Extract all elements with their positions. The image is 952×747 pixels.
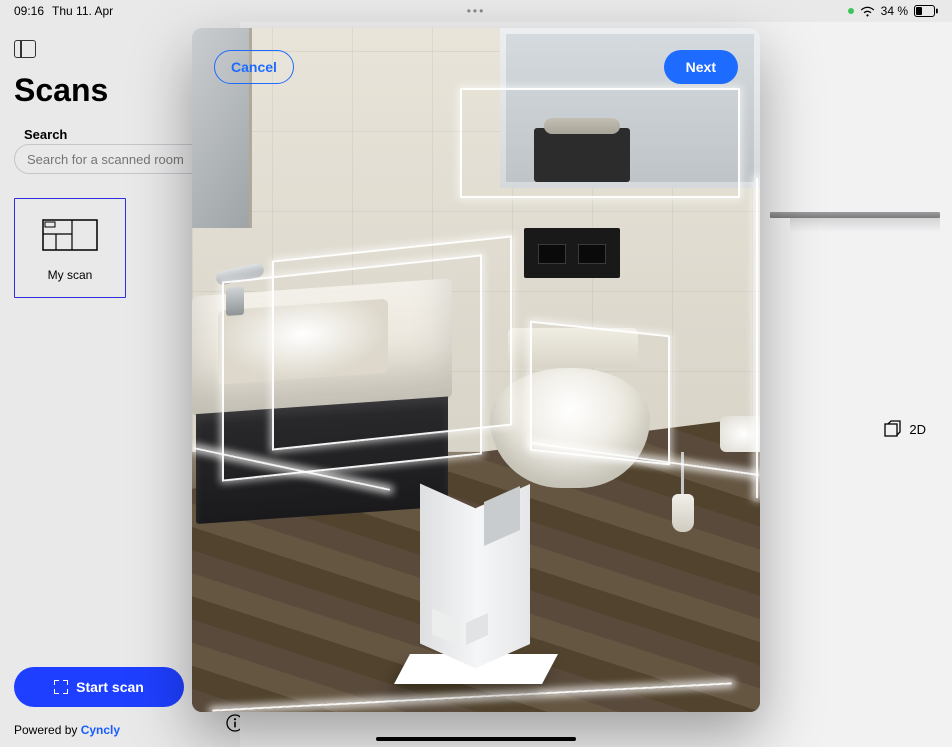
mini-room-model xyxy=(396,464,556,684)
ar-box-window xyxy=(460,88,740,198)
status-time: 09:16 xyxy=(14,4,44,18)
scan-brackets-icon xyxy=(54,680,68,694)
next-label: Next xyxy=(686,59,716,75)
status-date: Thu 11. Apr xyxy=(52,4,113,18)
start-scan-button[interactable]: Start scan xyxy=(14,667,184,707)
scan-preview-modal: Cancel Next xyxy=(192,28,760,712)
scan-card-label: My scan xyxy=(48,268,93,282)
view-2d-icon xyxy=(883,420,901,438)
preview-shelf xyxy=(770,212,940,218)
view-2d-label: 2D xyxy=(909,422,926,437)
ar-box-toilet xyxy=(530,321,670,466)
home-indicator[interactable] xyxy=(376,737,576,741)
scan-card[interactable]: My scan xyxy=(14,198,126,298)
ar-camera-view[interactable] xyxy=(192,28,760,712)
multitask-dots-icon[interactable]: ••• xyxy=(467,4,486,18)
powered-brand[interactable]: Cyncly xyxy=(81,723,120,737)
wifi-icon xyxy=(860,6,875,17)
battery-icon xyxy=(914,5,938,17)
cancel-button[interactable]: Cancel xyxy=(214,50,294,84)
start-scan-label: Start scan xyxy=(76,679,144,695)
location-dot-icon xyxy=(848,8,854,14)
floorplan-thumb-icon xyxy=(42,214,98,254)
cancel-label: Cancel xyxy=(231,59,277,75)
powered-prefix: Powered by xyxy=(14,723,81,737)
next-button[interactable]: Next xyxy=(664,50,738,84)
powered-by: Powered by Cyncly xyxy=(14,723,226,737)
panel-toggle-icon[interactable] xyxy=(14,40,36,58)
ar-box-sink-back xyxy=(272,235,512,450)
status-bar: 09:16 Thu 11. Apr ••• 34 % xyxy=(0,0,952,22)
battery-text: 34 % xyxy=(881,4,908,18)
view-2d-toggle[interactable]: 2D xyxy=(883,420,926,438)
